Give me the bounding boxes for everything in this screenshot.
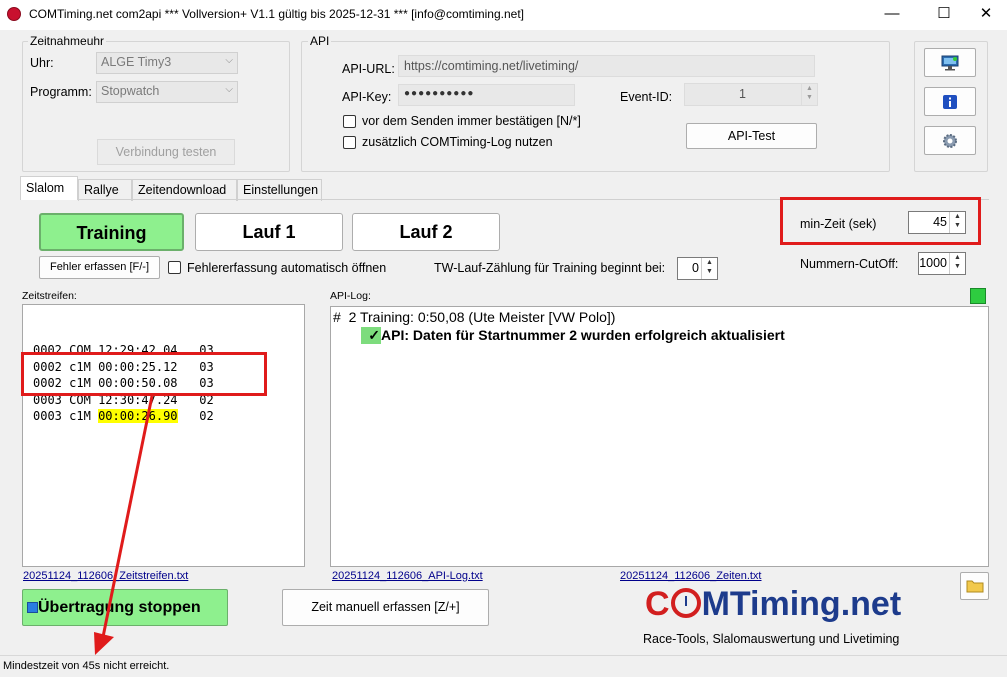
- status-bar: Mindestzeit von 45s nicht erreicht.: [0, 655, 1007, 677]
- status-text: Mindestzeit von 45s nicht erreicht.: [3, 660, 170, 672]
- annotation-arrow: [94, 395, 154, 655]
